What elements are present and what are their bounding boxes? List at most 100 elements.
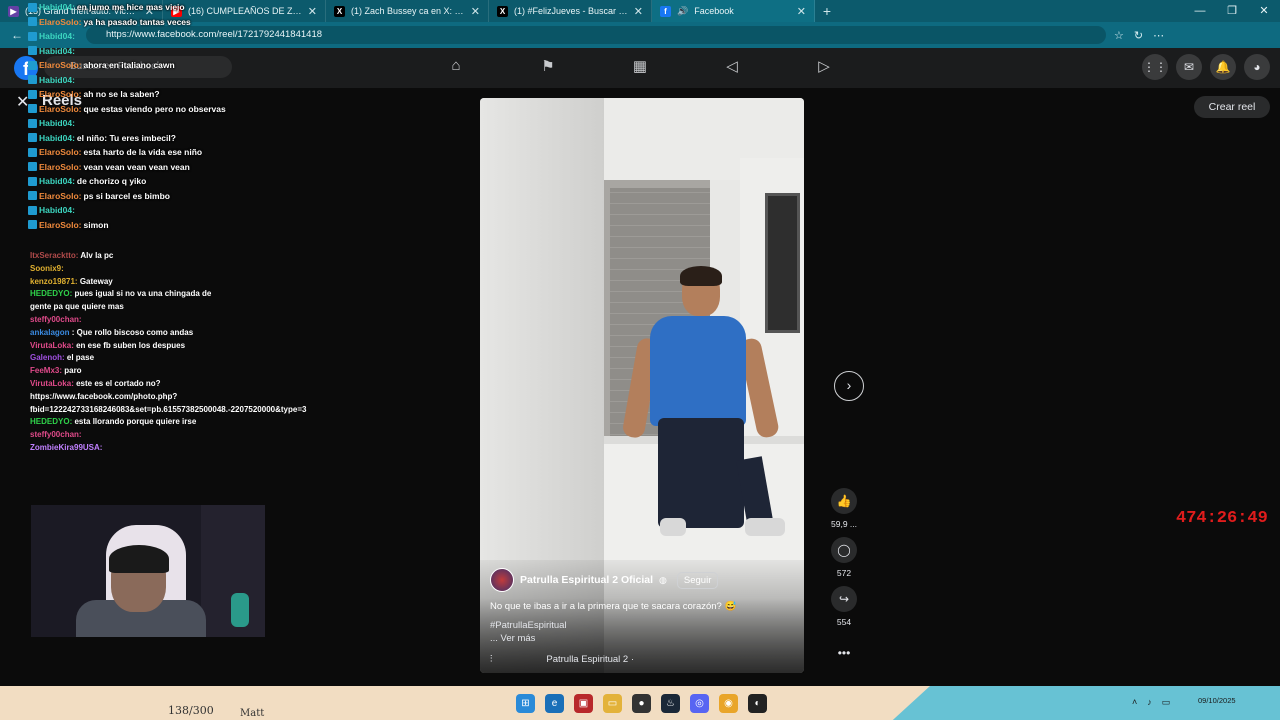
chat-line: Habid04: en jumo me hice mas viejo (28, 0, 228, 15)
share-arrow-icon[interactable]: ↪ (831, 586, 857, 612)
minimize-icon[interactable]: — (1184, 0, 1216, 22)
dashboard-icon[interactable]: ▦ (630, 57, 650, 75)
pages-flag-icon[interactable]: ⚑ (538, 57, 558, 75)
comment-bubble-icon[interactable]: ◯ (831, 537, 857, 563)
network-icon[interactable]: ▭ (1162, 697, 1171, 708)
favorite-icon[interactable]: ☆ (1114, 29, 1124, 42)
steam-icon[interactable]: ♨ (661, 694, 680, 713)
close-tab-icon[interactable]: ✕ (797, 5, 806, 18)
chat-badge-icon (28, 46, 37, 56)
author-avatar[interactable] (490, 568, 514, 592)
like-thumb-icon[interactable]: 👍 (831, 488, 857, 514)
chat-line: ItxSeracktto: Alv la pc (30, 250, 220, 263)
file-explorer-icon[interactable]: ▭ (603, 694, 622, 713)
discord-icon[interactable]: ◎ (690, 694, 709, 713)
more-dots-icon[interactable]: ••• (831, 640, 857, 666)
chat-badge-icon (28, 162, 37, 172)
chat-badge-icon (28, 31, 37, 41)
tray-chevron-icon[interactable]: ˄ (1132, 697, 1137, 708)
chat-username: Habid04: (39, 45, 75, 56)
chat-message: que estas viendo pero no observas (83, 103, 226, 114)
browser-tab[interactable]: X (1) Zach Bussey ca en X: "Twitch (✕ (326, 0, 489, 22)
chat-badge-icon (28, 205, 37, 215)
new-tab-button[interactable]: + (815, 3, 839, 19)
author-name[interactable]: Patrulla Espiritual 2 Oficial (520, 574, 653, 586)
chat-username: ElaroSolo: (39, 147, 82, 157)
next-reel-button[interactable]: › (834, 371, 864, 401)
more-options[interactable]: ••• (826, 640, 862, 666)
microphone-icon[interactable]: ♪ (1147, 697, 1152, 708)
sketch-text: Matt (240, 708, 265, 719)
chat-badge-icon (28, 89, 37, 99)
github-icon[interactable]: ◐ (748, 694, 767, 713)
chat-badge-icon (28, 176, 37, 186)
comment-count: 572 (836, 568, 852, 578)
window-controls: — ❐ ✕ (1184, 0, 1280, 22)
chat-badge-icon (28, 147, 37, 157)
webcam-cap (109, 545, 169, 573)
speaker-icon[interactable]: 🔊 (677, 6, 688, 17)
close-tab-icon[interactable]: ✕ (471, 5, 480, 18)
chat-line: ElaroSolo: vean vean vean vean vean (28, 160, 228, 175)
video-icon[interactable]: ▷ (814, 57, 834, 75)
windows-start-icon[interactable]: ⊞ (516, 694, 535, 713)
reel-hashtag[interactable]: #PatrullaEspiritual (490, 620, 567, 631)
system-clock[interactable]: 09/10/2025 (1198, 696, 1236, 705)
chat-username: Habid04: (39, 74, 75, 85)
chat-message: Gateway (79, 276, 113, 286)
like-action[interactable]: 👍 59,9 ... (826, 488, 862, 529)
share-action[interactable]: ↪ 554 (826, 586, 862, 627)
app-icon[interactable]: ▣ (574, 694, 593, 713)
close-tab-icon[interactable]: ✕ (634, 5, 643, 18)
ads-megaphone-icon[interactable]: ◁ (722, 57, 742, 75)
messenger-icon[interactable]: ✉ (1176, 54, 1202, 80)
facebook-icon: f (660, 5, 671, 17)
share-count: 554 (836, 617, 852, 627)
chat-username: ElaroSolo: (39, 103, 82, 114)
profile-avatar[interactable]: ◕ (1244, 54, 1270, 80)
obs-icon[interactable]: ● (632, 694, 651, 713)
url-field[interactable]: https://www.facebook.com/reel/1721792441… (86, 26, 1106, 44)
close-window-icon[interactable]: ✕ (1248, 0, 1280, 22)
reel-author: Patrulla Espiritual 2 Oficial ◍ Seguir (490, 568, 719, 592)
chat-message: esta llorando porque quiere irse (74, 417, 197, 427)
chat-username: ElaroSolo: (39, 60, 82, 70)
menu-dots-icon[interactable]: ⋯ (1153, 29, 1164, 42)
reel-audio[interactable]: ⫶ Patrulla Espiritual 2 · (490, 654, 634, 665)
see-more-link[interactable]: ... Ver más (490, 633, 535, 644)
chat-username: Habid04: (39, 205, 75, 215)
chat-line: Habid04: (28, 44, 228, 59)
follow-button[interactable]: Seguir (676, 571, 719, 589)
facebook-main-nav: ⌂ ⚑ ▦ ◁ ▷ (446, 57, 834, 75)
chat-badge-icon (28, 75, 37, 85)
chat-username: Habid04: (39, 31, 75, 41)
refresh-icon[interactable]: ↻ (1134, 29, 1143, 42)
audio-title: Patrulla Espiritual 2 · (546, 654, 635, 665)
maximize-icon[interactable]: ❐ (1216, 0, 1248, 22)
comment-action[interactable]: ◯ 572 (826, 537, 862, 578)
streamer-webcam (31, 505, 265, 637)
chat-line: VirutaLoka: este es el cortado no? https… (30, 378, 306, 416)
home-icon[interactable]: ⌂ (446, 57, 466, 75)
chrome-icon[interactable]: ◉ (719, 694, 738, 713)
browser-tab-active[interactable]: f 🔊 Facebook ✕ (652, 0, 815, 22)
windows-taskbar: ⊞ e ▣ ▭ ● ♨ ◎ ◉ ◐ (516, 694, 767, 713)
close-tab-icon[interactable]: ✕ (308, 5, 317, 18)
notifications-bell-icon[interactable]: 🔔 (1210, 54, 1236, 80)
create-reel-button[interactable]: Crear reel (1194, 96, 1270, 118)
edge-browser-icon[interactable]: e (545, 694, 564, 713)
chat-message: Alv la pc (80, 251, 114, 260)
browser-tab[interactable]: X (1) #FelizJueves - Buscar / X ✕ (489, 0, 652, 22)
chat-line: Habid04: de chorizo q yiko (28, 174, 228, 189)
chat-username: HEDEDYO: (30, 289, 75, 299)
stream-timer: 474:26:49 (1176, 509, 1268, 528)
back-icon[interactable]: ← (8, 28, 26, 42)
reel-caption: No que te ibas a ir a la primera que te … (490, 601, 737, 612)
chat-badge-icon (28, 220, 37, 230)
person-hair (680, 266, 722, 286)
menu-grid-icon[interactable]: ⋮⋮ (1142, 54, 1168, 80)
chat-username: ElaroSolo: (39, 89, 82, 99)
twitch-icon: ▶ (8, 5, 19, 17)
chat-line: ankalagon : Que rollo biscoso como andas (30, 327, 220, 340)
tab-title: (1) Zach Bussey ca en X: "Twitch ( (351, 6, 465, 16)
